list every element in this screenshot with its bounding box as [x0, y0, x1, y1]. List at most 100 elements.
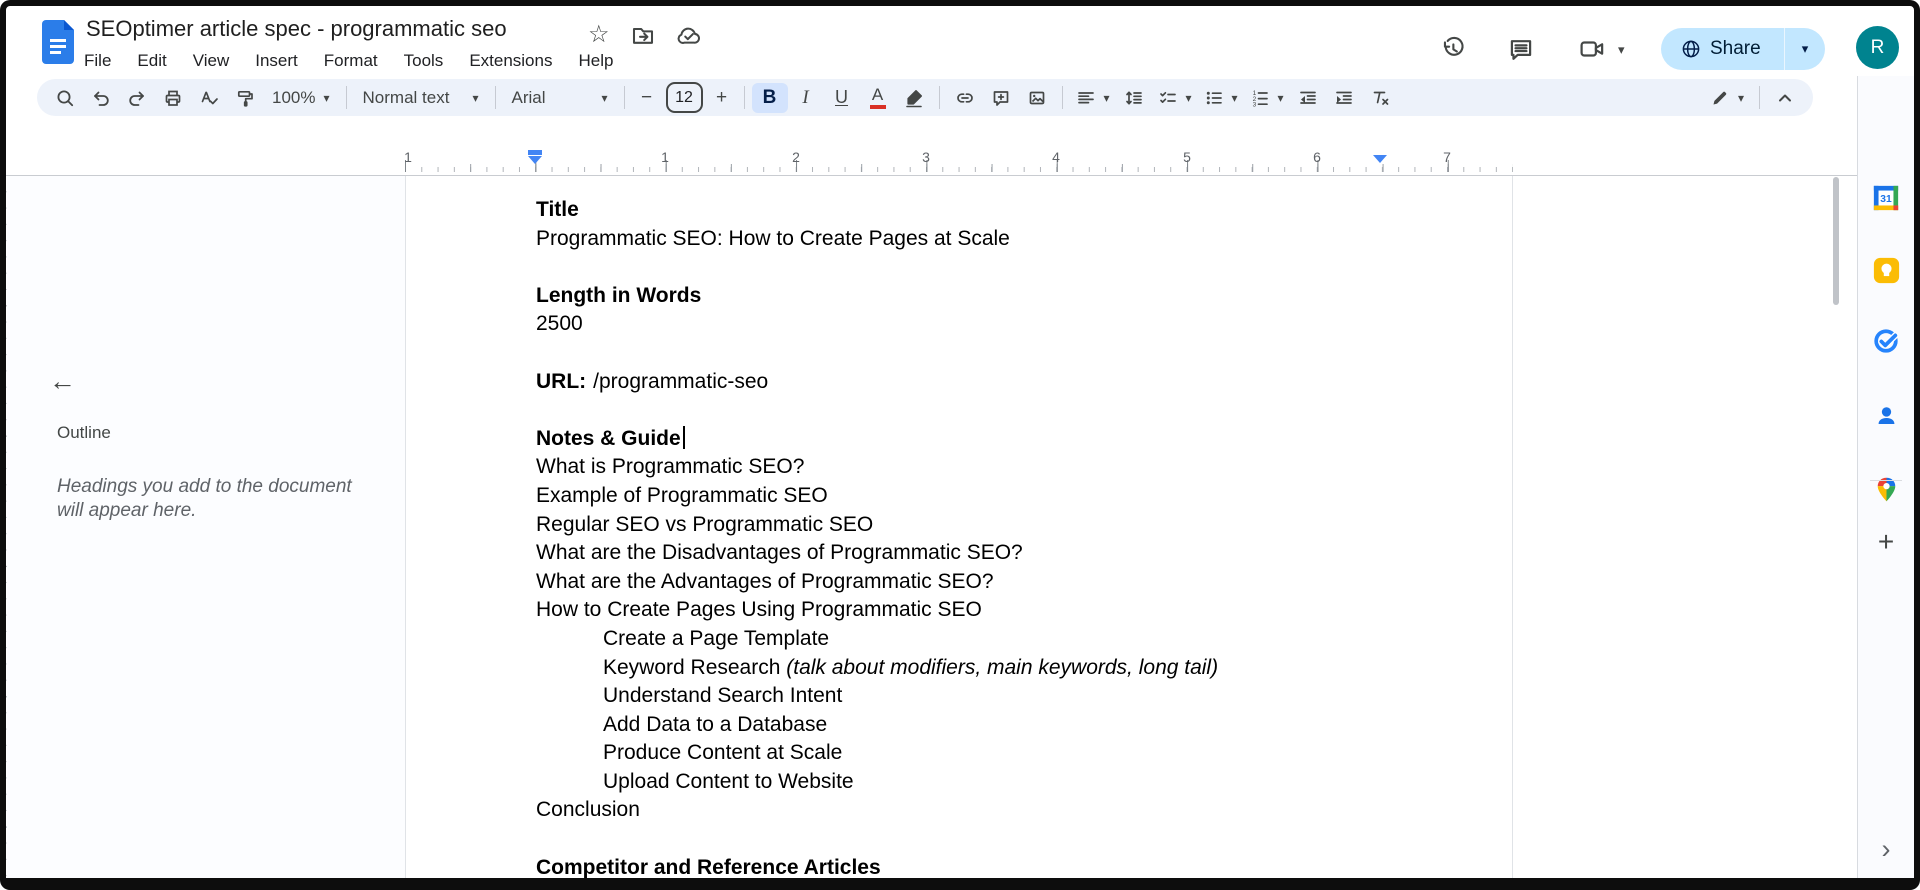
google-tasks-icon[interactable] [1872, 327, 1900, 355]
clear-formatting-button[interactable] [1362, 83, 1398, 113]
doc-line[interactable]: Regular SEO vs Programmatic SEO [536, 511, 1387, 540]
zoom-control[interactable]: 100% ▾ [263, 83, 339, 113]
doc-heading-length[interactable]: Length in Words [536, 282, 1387, 311]
left-indent-marker[interactable] [528, 150, 542, 164]
document-page[interactable]: Title Programmatic SEO: How to Create Pa… [405, 176, 1513, 878]
doc-line[interactable]: 2500 [536, 310, 1387, 339]
numbered-list-button[interactable]: 1 2 3 ▾ [1244, 83, 1290, 113]
move-folder-icon[interactable] [631, 23, 655, 47]
search-menus-button[interactable] [47, 83, 83, 113]
doc-heading-competitor[interactable]: Competitor and Reference Articles [536, 854, 1387, 883]
account-avatar[interactable]: R [1856, 26, 1899, 69]
doc-line[interactable]: Programmatic SEO: How to Create Pages at… [536, 225, 1387, 254]
redo-button[interactable] [119, 83, 155, 113]
menu-view[interactable]: View [180, 48, 243, 74]
menu-tools[interactable]: Tools [391, 48, 457, 74]
doc-line-url[interactable]: URL:/programmatic-seo [536, 368, 1387, 397]
decrease-font-size-button[interactable]: − [632, 83, 662, 113]
menu-file[interactable]: File [71, 48, 124, 74]
menu-insert[interactable]: Insert [242, 48, 311, 74]
menu-extensions[interactable]: Extensions [456, 48, 565, 74]
doc-line-indented[interactable]: Keyword Research (talk about modifiers, … [536, 654, 1387, 683]
numbered-list-caret-icon: ▾ [1278, 91, 1284, 105]
paint-format-button[interactable] [227, 83, 263, 113]
print-button[interactable] [155, 83, 191, 113]
keyword-research-text: Keyword Research [603, 656, 786, 679]
add-comment-button[interactable] [983, 83, 1019, 113]
align-caret-icon: ▾ [1104, 91, 1110, 105]
comments-icon[interactable] [1507, 35, 1535, 63]
menu-format[interactable]: Format [311, 48, 391, 74]
undo-button[interactable] [83, 83, 119, 113]
meet-caret-icon[interactable]: ▾ [1618, 42, 1625, 58]
outline-placeholder: Headings you add to the document will ap… [57, 475, 372, 523]
doc-line-indented[interactable]: Understand Search Intent [536, 682, 1387, 711]
ruler-number: 3 [922, 149, 930, 165]
bold-button[interactable]: B [752, 83, 788, 113]
google-contacts-icon[interactable] [1872, 401, 1900, 429]
side-panel: 31 [1857, 76, 1914, 878]
highlight-color-button[interactable] [896, 83, 932, 113]
font-family-control[interactable]: Arial ▾ [503, 83, 617, 113]
doc-line-indented[interactable]: Produce Content at Scale [536, 739, 1387, 768]
google-calendar-icon[interactable]: 31 [1872, 184, 1900, 212]
doc-heading-notes[interactable]: Notes & Guide [536, 425, 1387, 454]
doc-line[interactable]: Conclusion [536, 796, 1387, 825]
editing-mode-caret-icon: ▾ [1738, 91, 1744, 105]
document-text[interactable]: Title Programmatic SEO: How to Create Pa… [536, 196, 1387, 882]
font-caret-icon: ▾ [601, 91, 607, 105]
increase-font-size-button[interactable]: + [707, 83, 737, 113]
bulleted-list-button[interactable]: ▾ [1198, 83, 1244, 113]
underline-button[interactable]: U [824, 83, 860, 113]
italic-button[interactable]: I [788, 83, 824, 113]
text-color-bar [870, 105, 886, 109]
google-keep-icon[interactable] [1872, 256, 1900, 284]
star-icon[interactable]: ☆ [588, 23, 610, 47]
bulleted-list-caret-icon: ▾ [1232, 91, 1238, 105]
keyword-research-italic: (talk about modifiers, main keywords, lo… [786, 656, 1218, 679]
decrease-indent-button[interactable] [1290, 83, 1326, 113]
version-history-icon[interactable] [1439, 35, 1467, 63]
doc-line-indented[interactable]: Create a Page Template [536, 625, 1387, 654]
spell-check-button[interactable] [191, 83, 227, 113]
cloud-saved-icon[interactable] [676, 24, 702, 46]
doc-line[interactable]: Example of Programmatic SEO [536, 482, 1387, 511]
google-docs-window: SEOptimer article spec - programmatic se… [0, 0, 1920, 890]
google-docs-logo-icon[interactable] [42, 20, 74, 64]
doc-line-indented[interactable]: Add Data to a Database [536, 711, 1387, 740]
toolbar-separator [1062, 86, 1063, 109]
text-color-button[interactable]: A [860, 83, 896, 113]
right-indent-marker[interactable] [1373, 154, 1387, 163]
insert-image-button[interactable] [1019, 83, 1055, 113]
doc-line[interactable]: What is Programmatic SEO? [536, 453, 1387, 482]
font-size-input[interactable]: 12 [666, 82, 703, 113]
styles-value: Normal text [363, 88, 450, 108]
increase-indent-button[interactable] [1326, 83, 1362, 113]
zoom-value: 100% [272, 88, 315, 108]
get-addons-button[interactable]: + [1878, 526, 1894, 558]
paragraph-styles-control[interactable]: Normal text ▾ [354, 83, 488, 113]
line-spacing-button[interactable] [1116, 83, 1152, 113]
hide-menus-button[interactable] [1767, 83, 1803, 113]
doc-line[interactable]: What are the Advantages of Programmatic … [536, 568, 1387, 597]
checklist-button[interactable]: ▾ [1152, 83, 1198, 113]
share-caret-icon[interactable]: ▾ [1785, 41, 1825, 57]
doc-line-indented[interactable]: Upload Content to Website [536, 768, 1387, 797]
document-title[interactable]: SEOptimer article spec - programmatic se… [86, 16, 507, 42]
align-button[interactable]: ▾ [1070, 83, 1116, 113]
document-scrollbar[interactable] [1833, 177, 1839, 305]
hide-side-panel-button[interactable]: › [1882, 834, 1891, 865]
doc-line[interactable]: What are the Disadvantages of Programmat… [536, 539, 1387, 568]
doc-heading-title[interactable]: Title [536, 196, 1387, 225]
meet-video-icon[interactable] [1578, 35, 1606, 63]
menu-edit[interactable]: Edit [124, 48, 179, 74]
menu-help[interactable]: Help [565, 48, 626, 74]
ruler-number: 2 [792, 149, 800, 165]
close-outline-button[interactable]: ← [49, 366, 76, 397]
doc-line[interactable]: How to Create Pages Using Programmatic S… [536, 596, 1387, 625]
globe-icon [1681, 39, 1701, 59]
insert-link-button[interactable] [947, 83, 983, 113]
share-button[interactable]: Share ▾ [1661, 28, 1825, 70]
editing-mode-button[interactable]: ▾ [1702, 83, 1752, 113]
calendar-day-number: 31 [1880, 194, 1892, 205]
